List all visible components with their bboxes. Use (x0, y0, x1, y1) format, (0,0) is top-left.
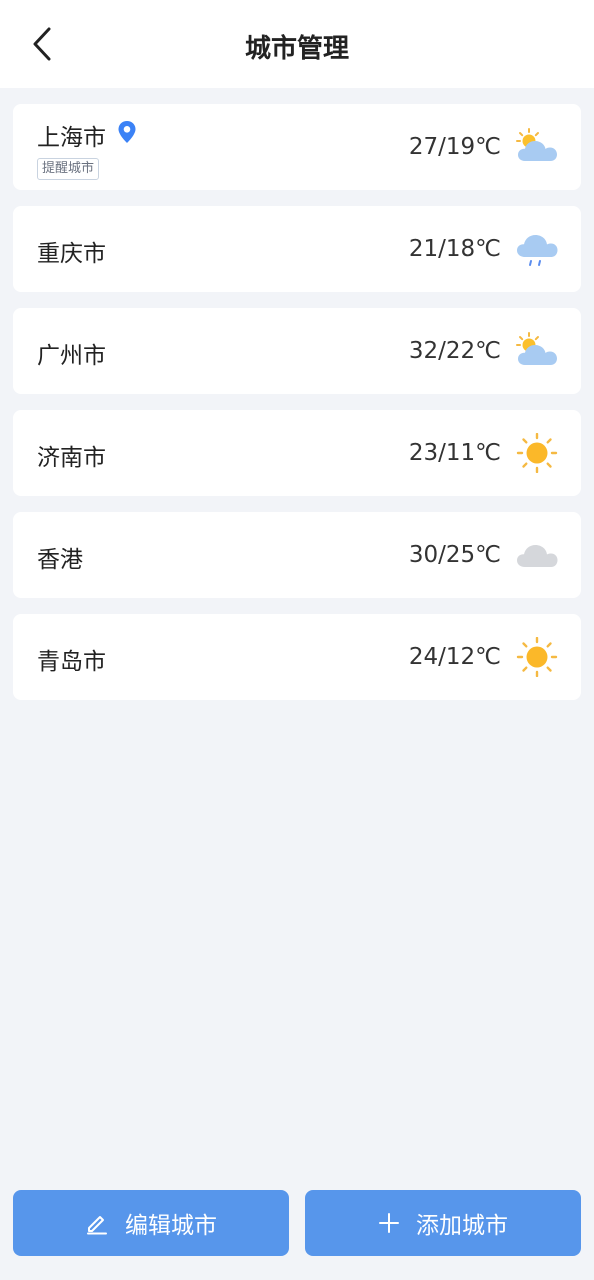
city-name: 广州市 (37, 343, 106, 369)
add-city-button[interactable]: 添加城市 (305, 1190, 581, 1256)
temperature: 27/19℃ (408, 134, 501, 160)
city-card-shanghai[interactable]: 上海市 提醒城市 27/19℃ (13, 104, 581, 190)
temperature: 32/22℃ (408, 338, 501, 364)
top-bar: 城市管理 (0, 0, 594, 88)
temperature: 30/25℃ (408, 542, 501, 568)
city-name: 济南市 (37, 445, 106, 471)
city-name: 上海市 (37, 125, 106, 151)
temperature: 24/12℃ (408, 644, 501, 670)
location-pin-icon (118, 121, 136, 143)
city-card-hongkong[interactable]: 香港 30/25℃ (13, 512, 581, 598)
city-list: 上海市 提醒城市 27/19℃ 重庆市 21/18℃ 广州市 32/22℃ 济南… (13, 104, 581, 716)
plus-icon (379, 1213, 399, 1233)
cloudy-icon (517, 545, 558, 567)
temperature: 23/11℃ (408, 440, 501, 466)
city-name: 重庆市 (37, 241, 106, 267)
page-title: 城市管理 (244, 34, 349, 64)
edit-cities-button[interactable]: 编辑城市 (13, 1190, 289, 1256)
edit-cities-label: 编辑城市 (125, 1213, 217, 1239)
add-city-label: 添加城市 (416, 1213, 508, 1239)
pencil-icon (87, 1216, 107, 1235)
sunny-icon (516, 637, 558, 677)
city-card-guangzhou[interactable]: 广州市 32/22℃ (13, 308, 581, 394)
city-name: 香港 (37, 547, 83, 573)
city-card-qingdao[interactable]: 青岛市 24/12℃ (13, 614, 581, 700)
light-rain-icon (517, 235, 558, 266)
city-card-jinan[interactable]: 济南市 23/11℃ (13, 410, 581, 496)
reminder-city-tag: 提醒城市 (37, 158, 100, 180)
city-card-chongqing[interactable]: 重庆市 21/18℃ (13, 206, 581, 292)
temperature: 21/18℃ (408, 236, 501, 262)
partly-cloudy-icon (516, 128, 557, 161)
partly-cloudy-icon (516, 332, 557, 365)
sunny-icon (516, 433, 558, 473)
city-name: 青岛市 (37, 649, 106, 675)
